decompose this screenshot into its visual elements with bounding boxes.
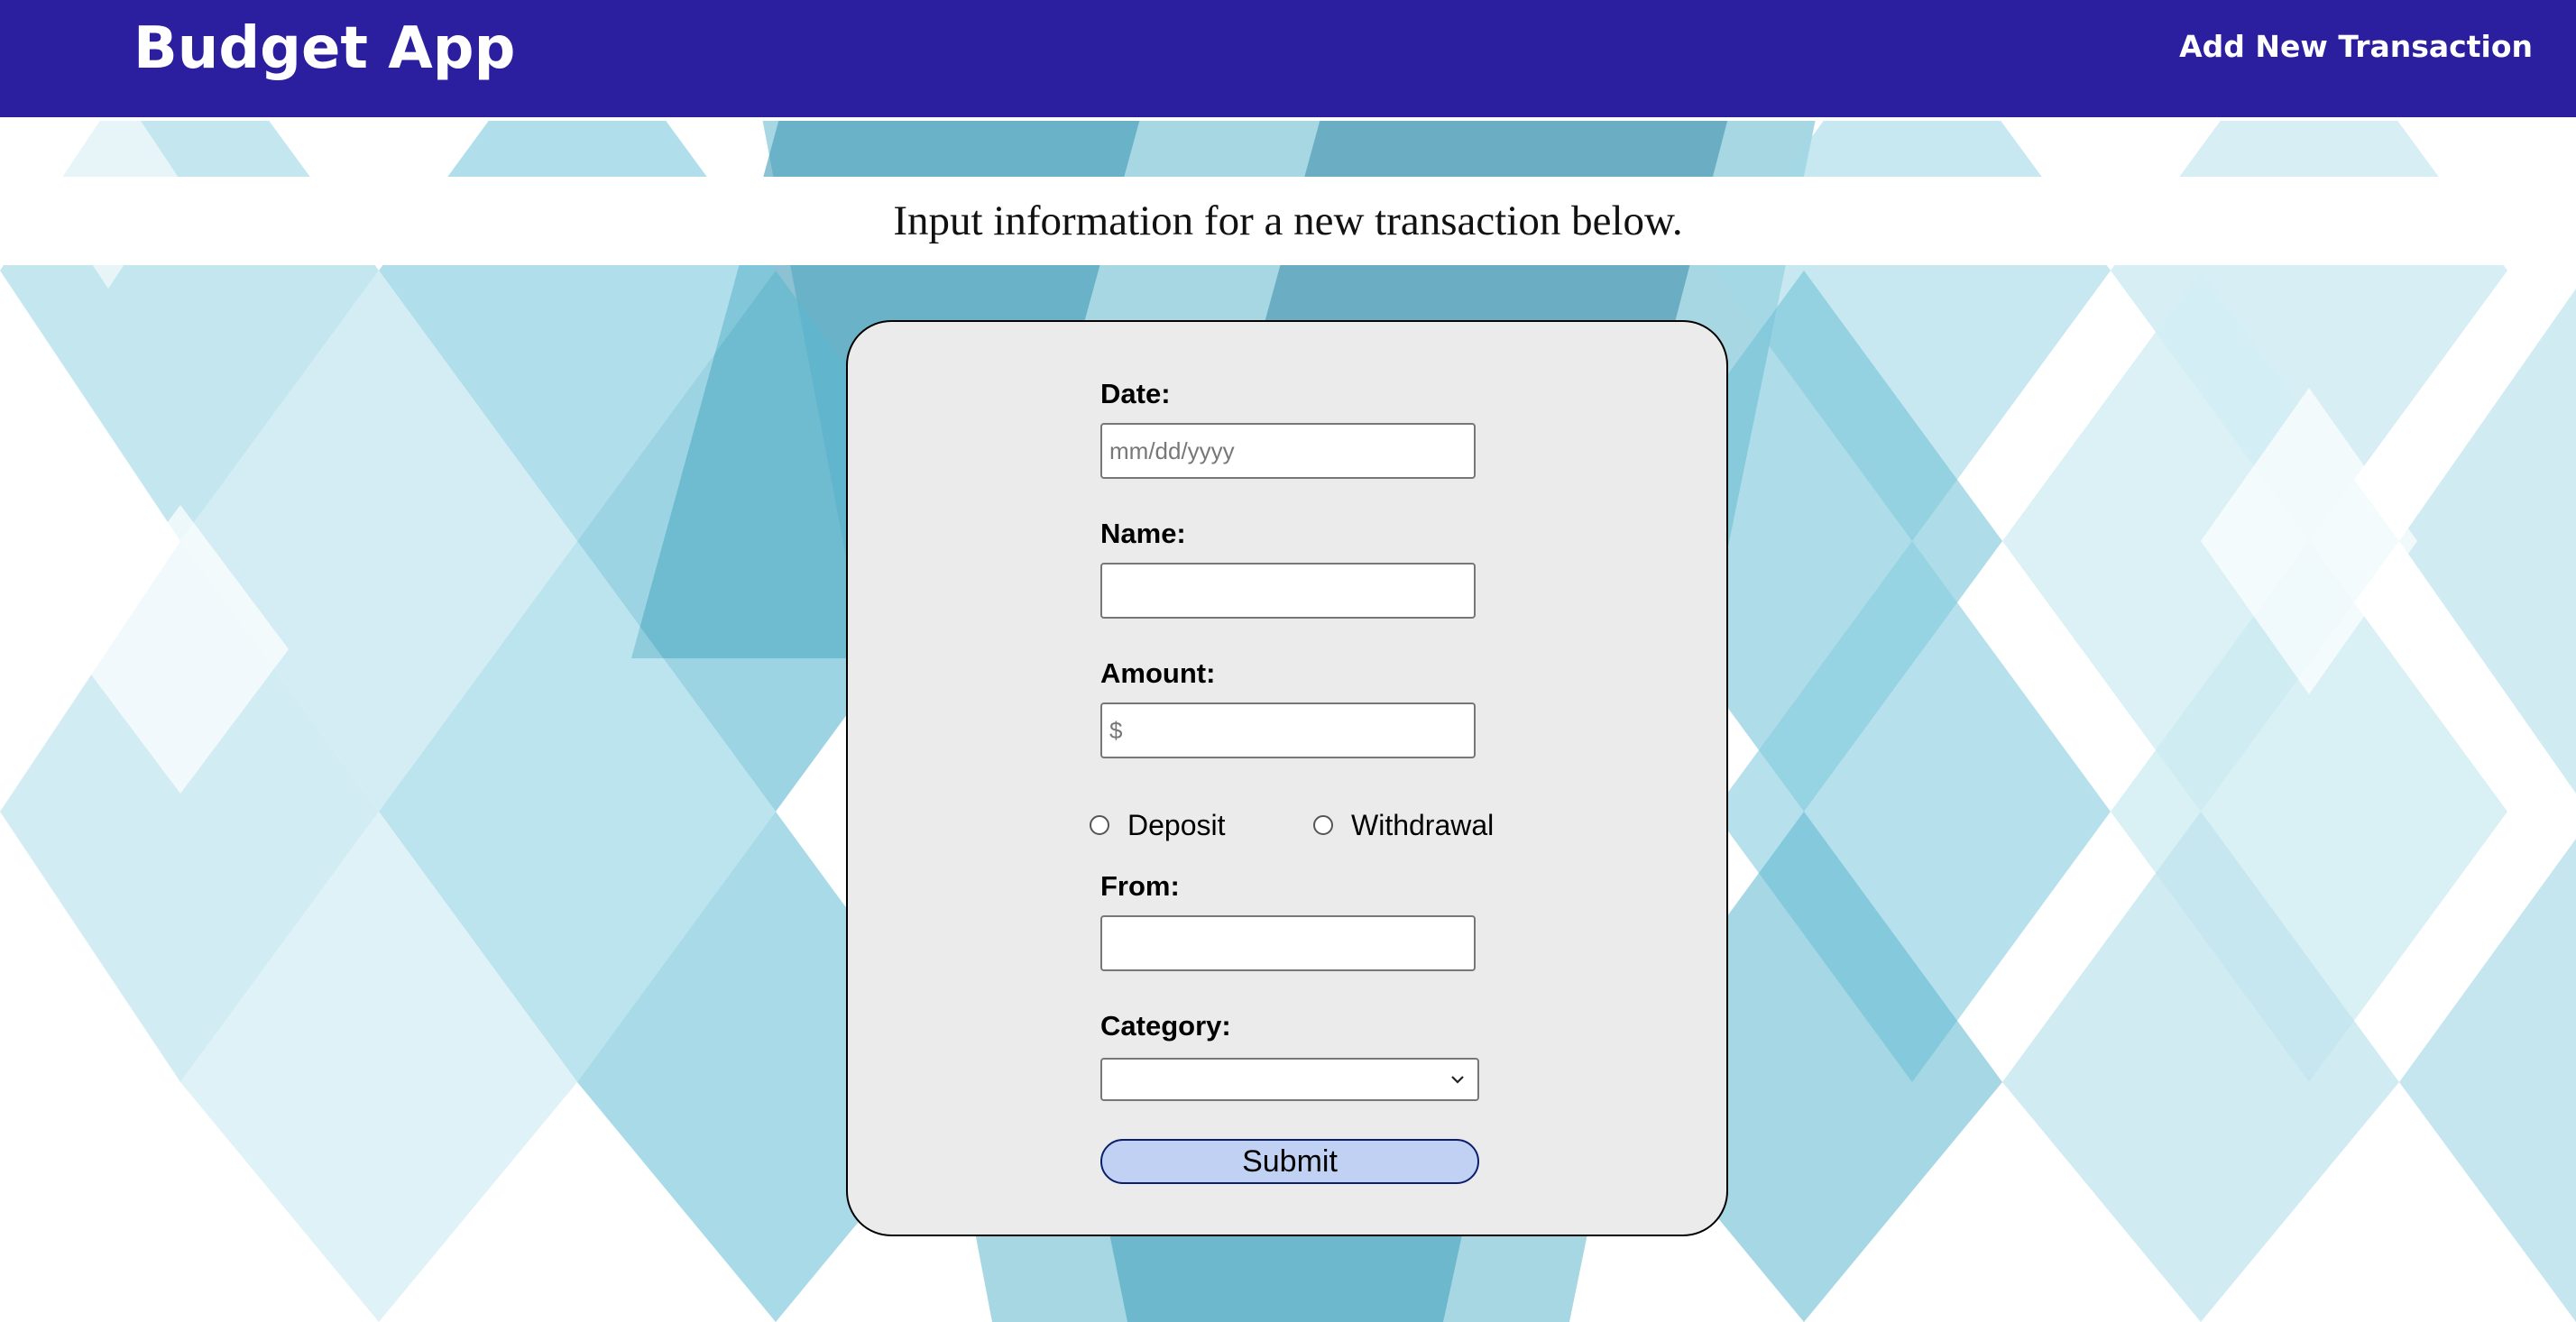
withdrawal-radio[interactable] bbox=[1313, 815, 1333, 835]
amount-label: Amount: bbox=[1100, 657, 1216, 689]
date-input[interactable] bbox=[1100, 423, 1476, 479]
deposit-label: Deposit bbox=[1127, 809, 1226, 841]
category-label: Category: bbox=[1100, 1010, 1231, 1042]
instruction-text: Input information for a new transaction … bbox=[893, 197, 1683, 244]
from-label: From: bbox=[1100, 870, 1180, 902]
deposit-option[interactable]: Deposit bbox=[1090, 807, 1226, 843]
date-label: Date: bbox=[1100, 378, 1171, 409]
submit-button[interactable]: Submit bbox=[1100, 1139, 1479, 1184]
from-input[interactable] bbox=[1100, 915, 1476, 971]
category-select[interactable] bbox=[1100, 1058, 1479, 1101]
amount-input[interactable] bbox=[1100, 702, 1476, 758]
transaction-form: Date: Name: Amount: Deposit Withdrawal F… bbox=[846, 320, 1728, 1236]
brand-title[interactable]: Budget App bbox=[133, 11, 515, 87]
name-input[interactable] bbox=[1100, 563, 1476, 619]
instruction-banner: Input information for a new transaction … bbox=[0, 177, 2576, 265]
add-new-transaction-link[interactable]: Add New Transaction bbox=[2179, 27, 2533, 67]
chevron-down-icon bbox=[1451, 1076, 1464, 1084]
name-label: Name: bbox=[1100, 518, 1186, 549]
navbar: Budget App Add New Transaction bbox=[0, 0, 2576, 121]
withdrawal-label: Withdrawal bbox=[1351, 809, 1495, 841]
deposit-radio[interactable] bbox=[1090, 815, 1109, 835]
withdrawal-option[interactable]: Withdrawal bbox=[1313, 807, 1494, 843]
